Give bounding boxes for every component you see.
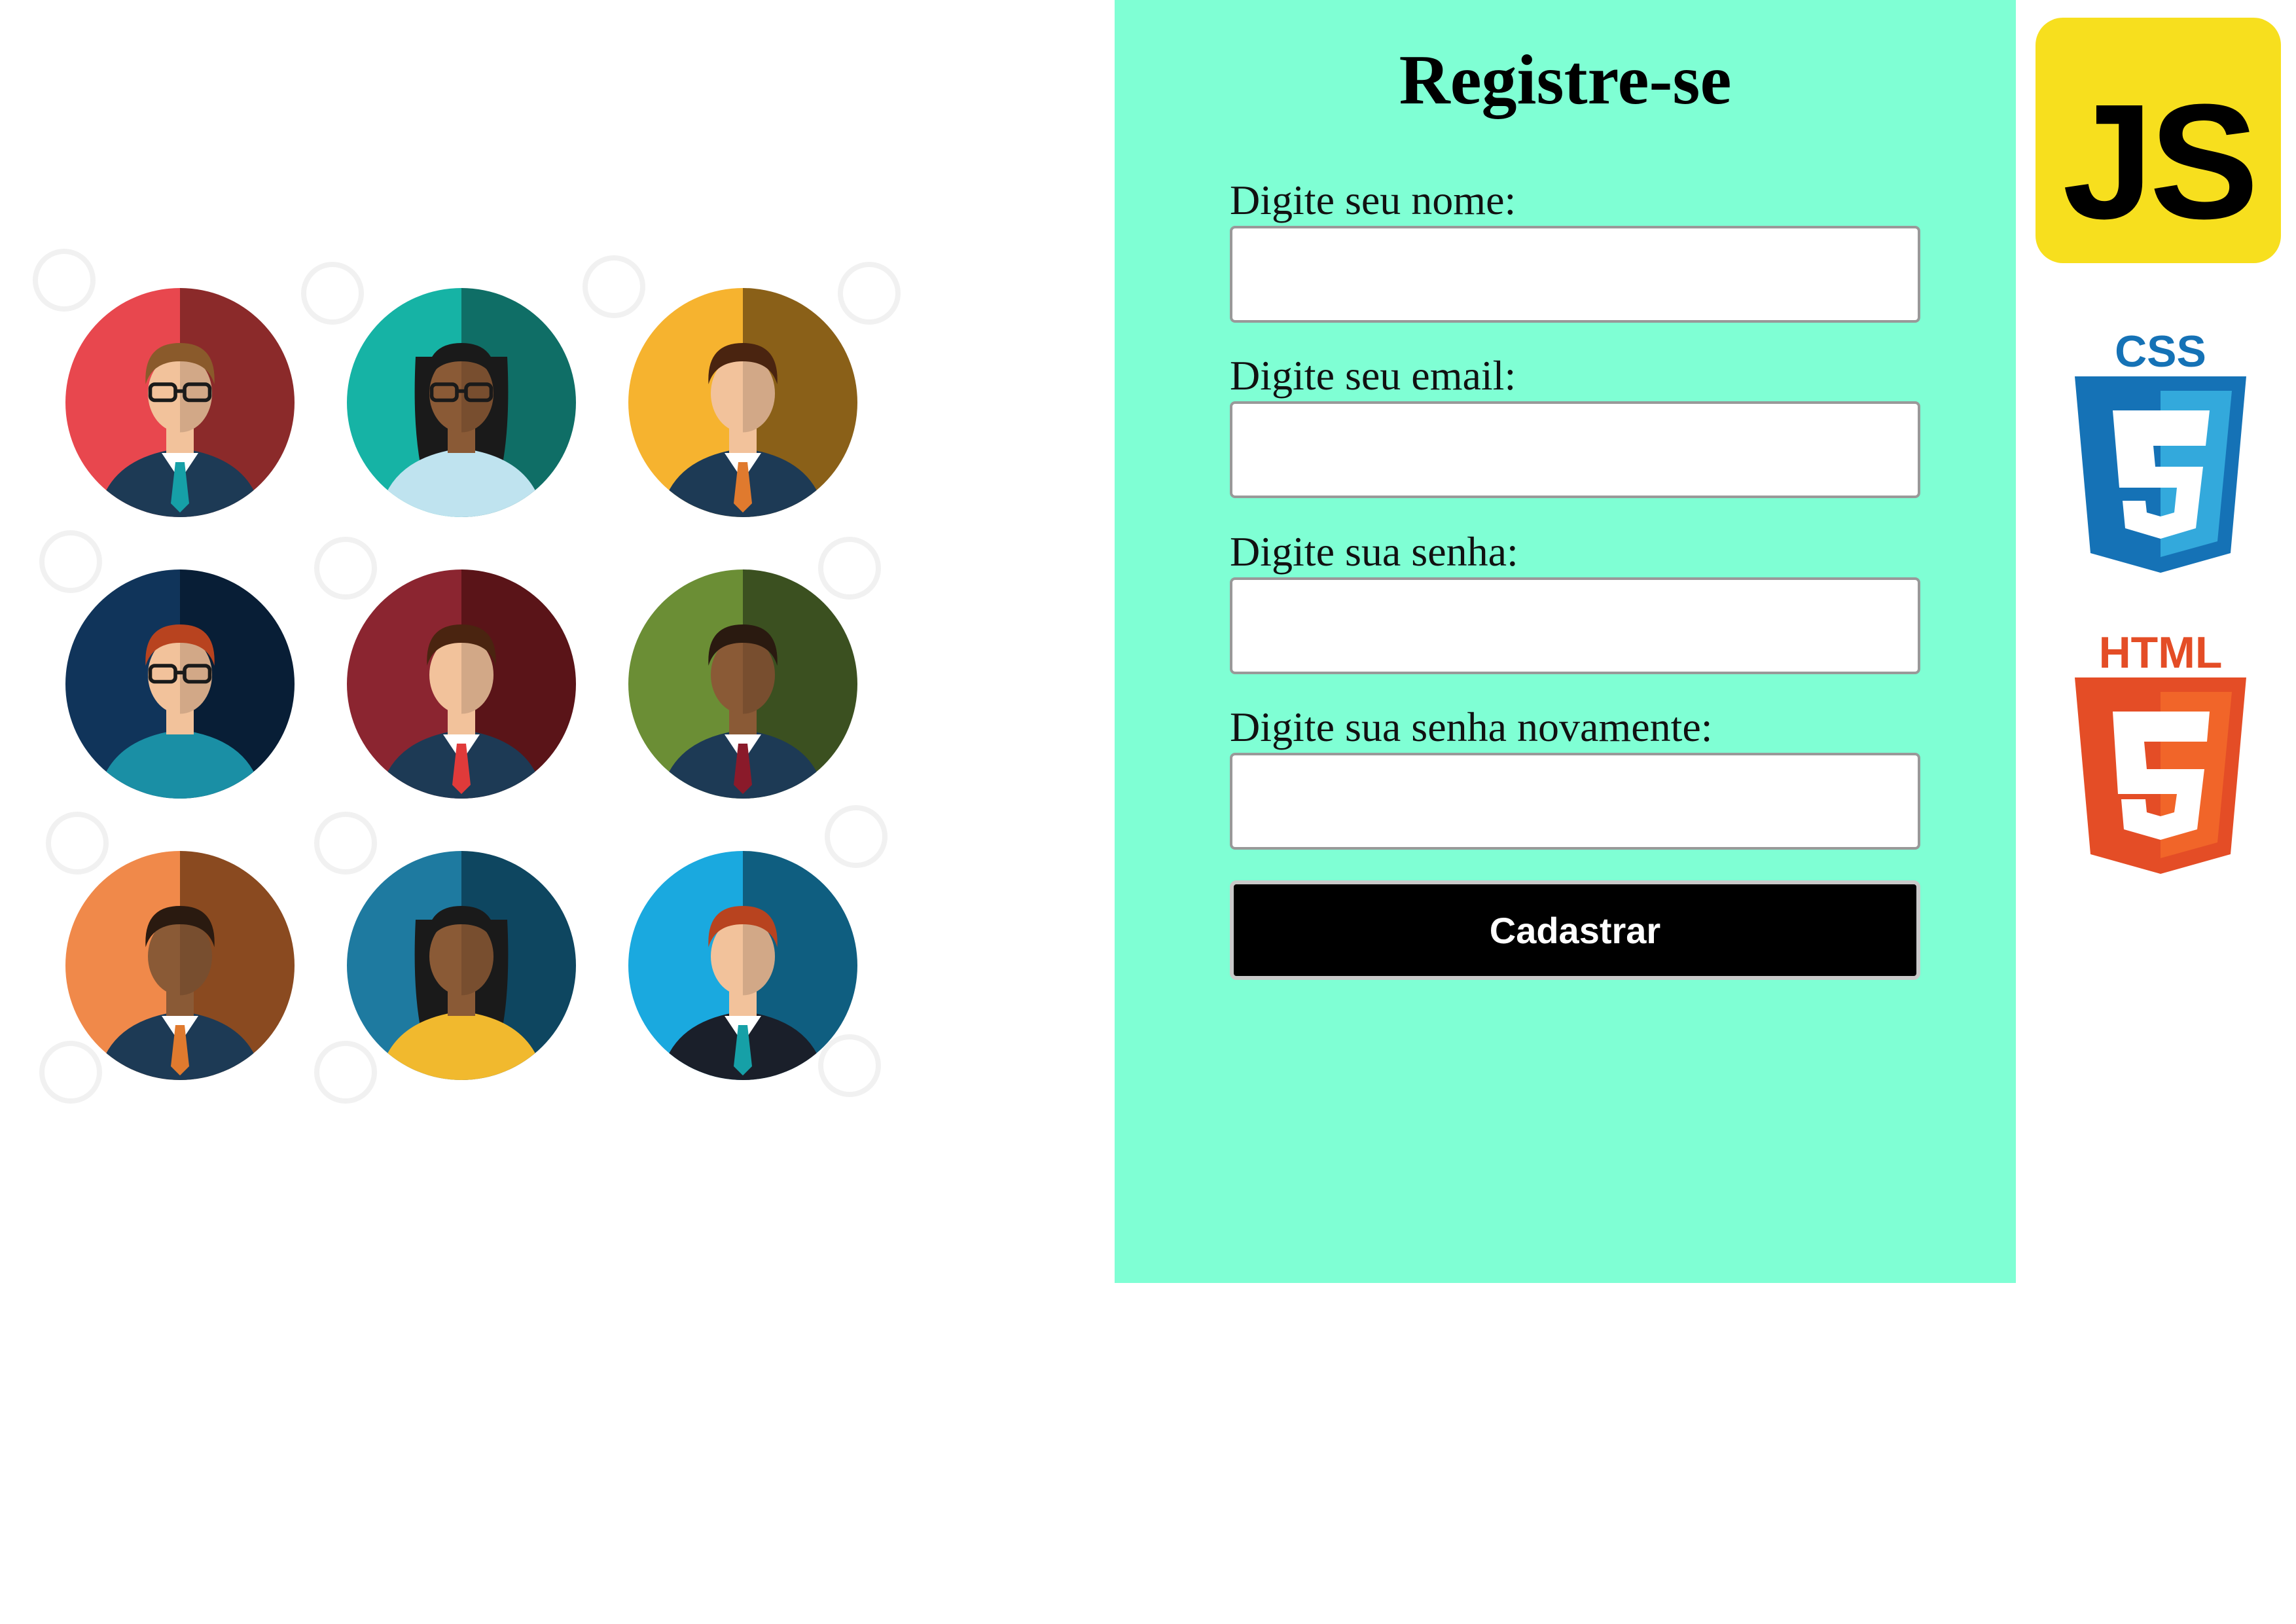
css3-shield-icon xyxy=(2075,376,2246,573)
email-input[interactable] xyxy=(1230,401,1920,498)
form-title: Registre-se xyxy=(1399,41,1732,119)
css3-logo-icon: CSS xyxy=(2075,324,2246,573)
avatar-grid xyxy=(33,249,901,1104)
html5-shield-icon xyxy=(2075,677,2246,874)
javascript-logo-text: JS xyxy=(2062,70,2259,253)
man-avatar-icon xyxy=(628,288,857,517)
css3-logo-text: CSS xyxy=(2115,327,2206,376)
man-avatar-icon xyxy=(628,569,857,799)
confirm-password-input[interactable] xyxy=(1230,753,1920,850)
html5-logo-text: HTML xyxy=(2098,628,2223,677)
javascript-logo-icon: JS xyxy=(2036,18,2281,263)
woman-glasses-avatar-icon xyxy=(347,288,576,517)
woman-avatar-icon xyxy=(347,851,576,1080)
man-avatar-icon xyxy=(65,851,295,1080)
html5-logo-icon: HTML xyxy=(2075,625,2246,874)
name-input[interactable] xyxy=(1230,226,1920,323)
registration-panel: Registre-se Digite seu nome: Digite seu … xyxy=(1115,0,2016,1283)
name-label: Digite seu nome: xyxy=(1230,177,1516,223)
password-label: Digite sua senha: xyxy=(1230,528,1518,575)
woman-glasses-avatar-icon xyxy=(65,569,295,799)
man-avatar-icon xyxy=(628,851,857,1080)
man-avatar-icon xyxy=(347,569,576,799)
register-button[interactable]: Cadastrar xyxy=(1230,880,1920,980)
password-input[interactable] xyxy=(1230,577,1920,674)
confirm-password-label: Digite sua senha novamente: xyxy=(1230,704,1713,750)
man-glasses-avatar-icon xyxy=(65,288,295,517)
email-label: Digite seu email: xyxy=(1230,352,1516,399)
